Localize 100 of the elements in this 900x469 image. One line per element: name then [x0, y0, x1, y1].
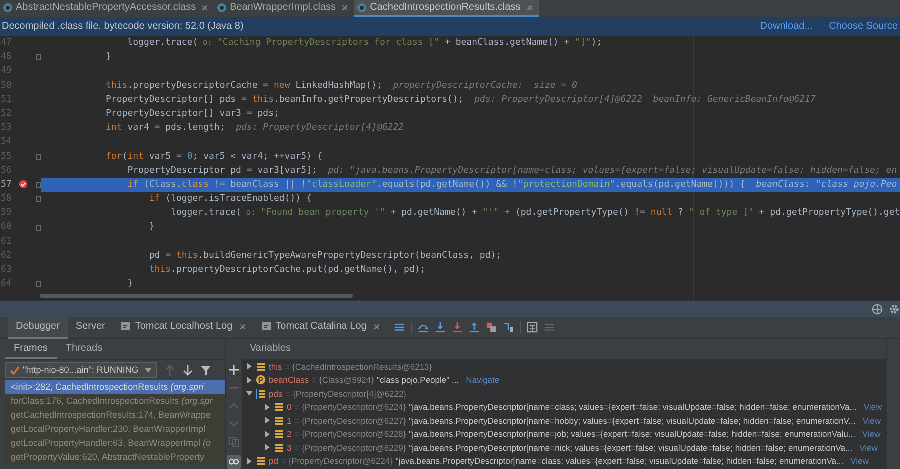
inline-value: pds: PropertyDescriptor[4]@6222: [236, 122, 404, 136]
expand-arrow-icon[interactable]: [264, 404, 271, 411]
info-link[interactable]: Download...: [760, 21, 814, 32]
code-line: if (logger.isTraceEnabled()) {: [149, 193, 312, 206]
step-into-icon[interactable]: [434, 322, 446, 333]
stack-frame[interactable]: getLocalPropertyHandler:63, BeanWrapperImpl (o: [5, 436, 225, 450]
breakpoint-icon[interactable]: [19, 180, 28, 190]
variable-link[interactable]: Navigate: [466, 375, 500, 386]
field-icon: [256, 456, 266, 466]
panel-title: Variables: [250, 342, 291, 356]
variable-name: 0: [287, 402, 292, 412]
glasses-icon[interactable]: [227, 455, 241, 469]
variable-name: pds: [269, 388, 283, 399]
thread-dropdown[interactable]: "http-nio-80...ain": RUNNING: [5, 362, 157, 378]
variable-link[interactable]: View: [862, 429, 881, 440]
variable-name: 1: [287, 416, 292, 426]
panel-tab[interactable]: Threads: [56, 339, 112, 359]
class-file-icon: [217, 2, 228, 12]
fold-marker-icon[interactable]: [36, 182, 40, 188]
filter-icon[interactable]: [200, 364, 211, 376]
inline-value: pd: "java.beans.PropertyDescriptor[name=class; values={expert=false; visualUpdate=false; hidden=false; en: [328, 164, 898, 178]
variable-name: beanClass: [269, 375, 310, 386]
class-file-icon: [3, 2, 13, 12]
code-line: for(int var5 = 0; var5 < var4; ++var5) {: [106, 150, 323, 164]
step-out-icon[interactable]: [468, 322, 480, 333]
drop-frame-icon[interactable]: [486, 322, 497, 333]
variable-name: this: [269, 362, 282, 372]
info-link[interactable]: Choose Source: [829, 21, 898, 32]
code-line: PropertyDescriptor pd = var3[var5];: [128, 164, 318, 178]
code-line: }: [106, 51, 112, 64]
close-icon[interactable]: [342, 4, 348, 10]
line-number: 57: [0, 178, 13, 192]
variable-text: "java.beans.PropertyDescriptor[name=hobby; values={expert=false; visualUpdate=false; hidden=false; enumerationV...: [409, 416, 856, 426]
field-icon: [274, 416, 284, 426]
close-icon[interactable]: [240, 324, 246, 330]
horizontal-scrollbar[interactable]: [40, 294, 353, 298]
debug-tab[interactable]: Tomcat Localhost Log: [113, 316, 254, 338]
code-line: pd = this.buildGenericTypeAwarePropertyDescriptor(beanClass, pd);: [149, 250, 502, 263]
parameter-icon: [256, 375, 266, 386]
settings-icon[interactable]: [889, 304, 900, 314]
code-line: }: [149, 221, 155, 234]
expand-arrow-icon[interactable]: [264, 417, 271, 424]
debug-tab[interactable]: Server: [68, 316, 114, 338]
variable-value: = {PropertyDescriptor@6229}: [294, 442, 406, 453]
add-icon[interactable]: [229, 365, 239, 375]
debug-tab[interactable]: Tomcat Catalina Log: [254, 316, 388, 338]
fold-marker-icon[interactable]: [36, 224, 40, 231]
calculator-icon[interactable]: [526, 322, 538, 333]
editor-tab[interactable]: AbstractNestablePropertyAccessor.class: [0, 0, 214, 17]
variable-link[interactable]: View: [864, 402, 882, 412]
stack-frame[interactable]: getLocalPropertyHandler:230, BeanWrapperImpl: [5, 422, 225, 436]
expand-arrow-icon[interactable]: [264, 444, 271, 452]
collapse-arrow-icon[interactable]: [246, 390, 253, 398]
variable-value: = {PropertyDescriptor@6224}: [294, 402, 406, 412]
variable-link[interactable]: View: [850, 456, 869, 466]
code-line: logger.trace( o: "Found bean property '" + pd.getName() + "'" + (pd.getPropertyType() != null ? " of type [" + pd.getPropertyType().get: [171, 207, 900, 220]
force-step-into-icon[interactable]: [452, 322, 463, 333]
close-icon[interactable]: [202, 4, 208, 10]
stack-frame[interactable]: <init>:282, CachedIntrospectionResults (org.spri: [5, 380, 225, 394]
caret-icon: [144, 368, 152, 372]
variable-link[interactable]: View: [860, 442, 878, 453]
variable-name: pd: [269, 456, 278, 466]
editor-tab[interactable]: BeanWrapperImpl.class: [214, 0, 354, 17]
variable-value: = {Class@5924}: [312, 375, 374, 386]
inline-value: propertyDescriptorCache: size = 0: [393, 80, 578, 93]
lines-icon[interactable]: [394, 322, 405, 333]
debug-tab[interactable]: Debugger: [8, 316, 68, 338]
expand-arrow-icon[interactable]: [246, 376, 253, 384]
variable-value: = {CachedIntrospectionResults@6213}: [285, 362, 432, 372]
stack-frame[interactable]: getCachedIntrospectionResults:174, BeanWrappe: [5, 408, 225, 422]
fold-marker-icon[interactable]: [36, 154, 40, 160]
expand-arrow-icon[interactable]: [246, 363, 253, 370]
class-file-icon: [357, 2, 368, 12]
globe-icon[interactable]: [872, 304, 883, 314]
expand-arrow-icon[interactable]: [246, 458, 253, 465]
fold-marker-icon[interactable]: [36, 281, 40, 288]
fold-marker-icon[interactable]: [36, 196, 40, 202]
variable-value: = {PropertyDescriptor@6227}: [294, 416, 406, 426]
close-icon[interactable]: [374, 324, 380, 330]
code-line: }: [128, 278, 134, 292]
panel-tab[interactable]: Frames: [5, 339, 57, 359]
field-icon: [274, 429, 284, 440]
variable-link[interactable]: View: [862, 416, 882, 426]
field-icon: [274, 402, 284, 412]
variable-text: "java.beans.PropertyDescriptor[name=class; values={expert=false; visualUpdate=false; hidden=false; enumerationVa...: [409, 402, 857, 412]
stack-frame[interactable]: forClass:176, CachedIntrospectionResults (org.spr: [5, 394, 225, 408]
fold-marker-icon[interactable]: [36, 54, 40, 60]
variable-value: = {PropertyDescriptor@6224}: [281, 456, 393, 466]
step-over-icon[interactable]: [418, 322, 429, 333]
variable-value: = {PropertyDescriptor@6228}: [294, 429, 406, 440]
down-arrow-icon[interactable]: [182, 364, 193, 376]
array-icon: [256, 388, 266, 399]
expand-arrow-icon[interactable]: [264, 430, 271, 438]
stack-frame[interactable]: getPropertyValue:620, AbstractNestableProperty: [5, 450, 225, 464]
code-line: if (Class.class != beanClass || !"classLoader".equals(pd.getName()) && !"protectionDomain".equals(pd.getName())) {: [128, 178, 746, 192]
info-message: Decompiled .class file, bytecode version: 52.0 (Java 8): [2, 21, 245, 32]
editor-tab[interactable]: CachedIntrospectionResults.class: [354, 0, 539, 17]
run-to-cursor-icon[interactable]: [502, 322, 514, 333]
close-icon[interactable]: [526, 4, 533, 10]
field-icon: [274, 442, 284, 453]
